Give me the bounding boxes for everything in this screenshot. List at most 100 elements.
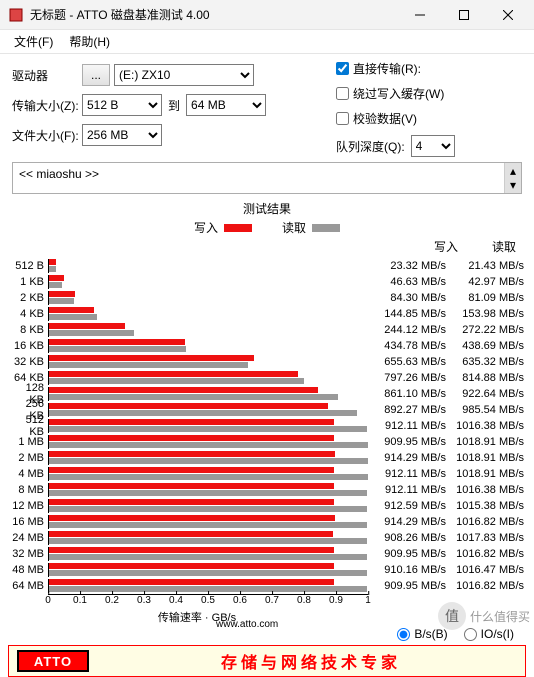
value-read: 985.54 MB/s: [446, 404, 524, 416]
verify-checkbox[interactable]: 校验数据(V): [336, 110, 522, 127]
value-write: 914.29 MB/s: [368, 452, 446, 464]
bar-write: [49, 371, 298, 377]
bar-area: [48, 259, 368, 273]
x-axis: 00.10.20.30.40.50.60.70.80.91: [48, 594, 368, 608]
value-read: 1016.82 MB/s: [446, 548, 524, 560]
value-read: 42.97 MB/s: [446, 276, 524, 288]
bar-write: [49, 483, 334, 489]
footer-text: 存储与网络技术专家: [97, 649, 525, 673]
watermark: 值 什么值得买: [438, 602, 530, 630]
data-row: 12 MB912.59 MB/s1015.38 MB/s: [8, 498, 526, 514]
row-label: 2 MB: [8, 452, 48, 464]
row-label: 1 KB: [8, 276, 48, 288]
bar-read: [49, 282, 62, 288]
window-title: 无标题 - ATTO 磁盘基准测试 4.00: [30, 6, 398, 23]
column-header-read: 读取: [458, 238, 516, 255]
data-row: 256 KB892.27 MB/s985.54 MB/s: [8, 402, 526, 418]
value-write: 909.95 MB/s: [368, 580, 446, 592]
row-label: 4 MB: [8, 468, 48, 480]
data-row: 8 KB244.12 MB/s272.22 MB/s: [8, 322, 526, 338]
value-read: 1016.82 MB/s: [446, 580, 524, 592]
bar-read: [49, 362, 248, 368]
minimize-button[interactable]: [398, 0, 442, 30]
bar-area: [48, 339, 368, 353]
value-write: 244.12 MB/s: [368, 324, 446, 336]
bar-area: [48, 419, 368, 433]
footer: ATTO 存储与网络技术专家: [8, 645, 526, 677]
bar-area: [48, 451, 368, 465]
value-read: 1016.38 MB/s: [446, 420, 524, 432]
row-label: 512 B: [8, 260, 48, 272]
file-size-select[interactable]: 256 MB: [82, 124, 162, 146]
value-write: 914.29 MB/s: [368, 516, 446, 528]
bar-area: [48, 371, 368, 385]
legend-write-swatch: [224, 224, 252, 232]
browse-button[interactable]: ...: [82, 64, 110, 86]
drive-select[interactable]: (E:) ZX10: [114, 64, 254, 86]
close-button[interactable]: [486, 0, 530, 30]
value-read: 153.98 MB/s: [446, 308, 524, 320]
bar-area: [48, 355, 368, 369]
bar-write: [49, 307, 94, 313]
row-label: 1 MB: [8, 436, 48, 448]
data-row: 32 MB909.95 MB/s1016.82 MB/s: [8, 546, 526, 562]
description-text: << miaoshu >>: [19, 167, 99, 181]
column-header-write: 写入: [398, 238, 458, 255]
value-write: 909.95 MB/s: [368, 548, 446, 560]
maximize-button[interactable]: [442, 0, 486, 30]
value-read: 1018.91 MB/s: [446, 436, 524, 448]
bar-write: [49, 563, 334, 569]
bar-write: [49, 339, 185, 345]
x-tick: 0.7: [265, 595, 279, 606]
value-write: 912.11 MB/s: [368, 420, 446, 432]
bar-write: [49, 547, 334, 553]
value-read: 922.64 MB/s: [446, 388, 524, 400]
bar-read: [49, 330, 134, 336]
footer-url: www.atto.com: [216, 619, 278, 630]
bar-write: [49, 499, 334, 505]
watermark-icon: 值: [438, 602, 466, 630]
bar-write: [49, 435, 334, 441]
bar-area: [48, 531, 368, 545]
value-write: 892.27 MB/s: [368, 404, 446, 416]
data-row: 32 KB655.63 MB/s635.32 MB/s: [8, 354, 526, 370]
bar-area: [48, 563, 368, 577]
data-row: 24 MB908.26 MB/s1017.83 MB/s: [8, 530, 526, 546]
direct-io-checkbox[interactable]: 直接传输(R):: [336, 60, 522, 77]
row-label: 2 KB: [8, 292, 48, 304]
bar-read: [49, 410, 357, 416]
io-to-select[interactable]: 64 MB: [186, 94, 266, 116]
chart-rows: 512 B23.32 MB/s21.43 MB/s1 KB46.63 MB/s4…: [8, 258, 526, 594]
chart-title: 测试结果: [8, 200, 526, 217]
value-read: 1017.83 MB/s: [446, 532, 524, 544]
value-write: 84.30 MB/s: [368, 292, 446, 304]
description-box[interactable]: << miaoshu >> ▴ ▾: [12, 162, 522, 194]
data-row: 2 MB914.29 MB/s1018.91 MB/s: [8, 450, 526, 466]
bar-write: [49, 387, 318, 393]
queue-depth-select[interactable]: 4: [411, 135, 455, 157]
value-read: 272.22 MB/s: [446, 324, 524, 336]
data-row: 64 MB909.95 MB/s1016.82 MB/s: [8, 578, 526, 594]
bar-area: [48, 387, 368, 401]
value-write: 655.63 MB/s: [368, 356, 446, 368]
x-tick: 0.2: [105, 595, 119, 606]
bypass-cache-checkbox[interactable]: 绕过写入缓存(W): [336, 85, 522, 102]
bar-read: [49, 570, 367, 576]
x-tick: 0.4: [169, 595, 183, 606]
value-write: 144.85 MB/s: [368, 308, 446, 320]
value-write: 861.10 MB/s: [368, 388, 446, 400]
row-label: 4 KB: [8, 308, 48, 320]
row-label: 32 KB: [8, 356, 48, 368]
bar-read: [49, 346, 186, 352]
io-from-select[interactable]: 512 B: [82, 94, 162, 116]
scroll-down-icon[interactable]: ▾: [504, 177, 521, 193]
menu-help[interactable]: 帮助(H): [61, 31, 118, 52]
titlebar: 无标题 - ATTO 磁盘基准测试 4.00: [0, 0, 534, 30]
bar-area: [48, 403, 368, 417]
menu-file[interactable]: 文件(F): [6, 31, 61, 52]
value-read: 814.88 MB/s: [446, 372, 524, 384]
value-write: 912.59 MB/s: [368, 500, 446, 512]
legend-read-label: 读取: [282, 219, 306, 236]
x-tick: 0.5: [201, 595, 215, 606]
bar-read: [49, 394, 338, 400]
